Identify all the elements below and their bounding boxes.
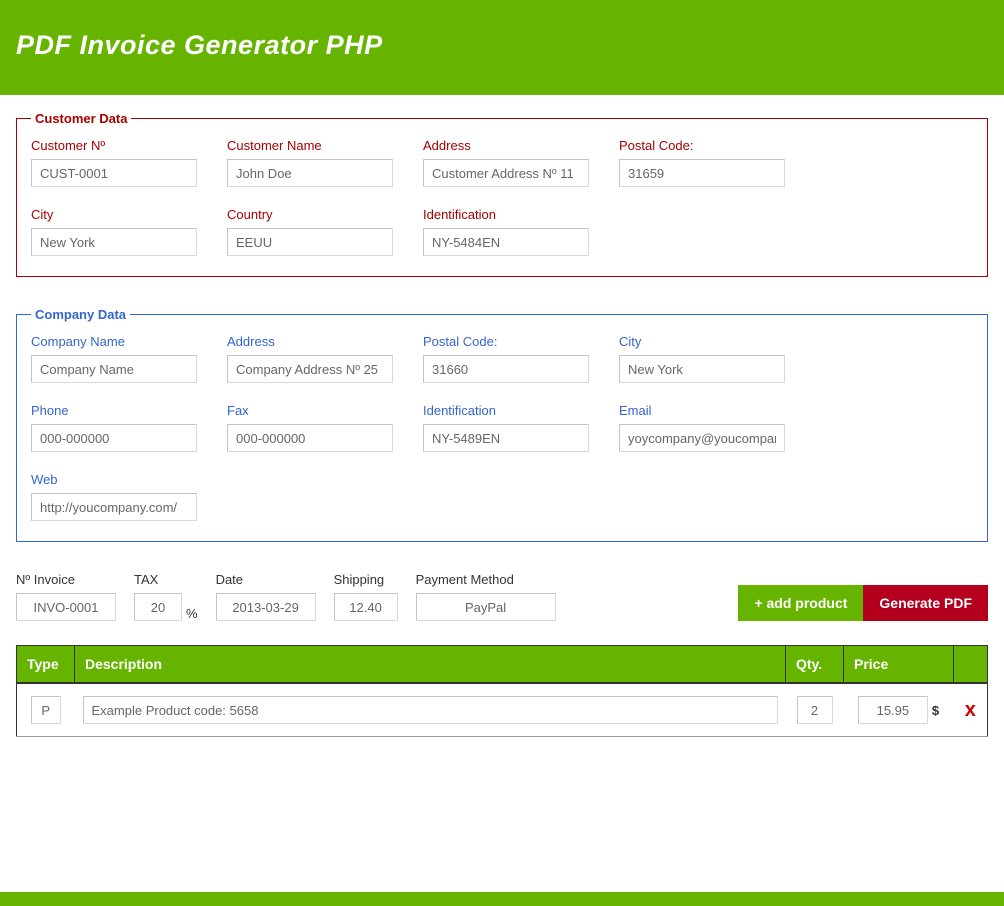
row-type-input[interactable] <box>31 696 61 724</box>
table-row: $ x <box>17 683 988 737</box>
company-email-input[interactable] <box>619 424 785 452</box>
customer-address-input[interactable] <box>423 159 589 187</box>
row-desc-input[interactable] <box>83 696 778 724</box>
company-postal-input[interactable] <box>423 355 589 383</box>
customer-ident-label: Identification <box>423 207 589 222</box>
header: PDF Invoice Generator PHP <box>0 0 1004 95</box>
company-postal-label: Postal Code: <box>423 334 589 349</box>
generate-pdf-button[interactable]: Generate PDF <box>863 585 988 621</box>
company-fieldset: Company Data Company Name Address Postal… <box>16 307 988 542</box>
shipping-label: Shipping <box>334 572 398 587</box>
company-web-label: Web <box>31 472 197 487</box>
company-city-label: City <box>619 334 785 349</box>
company-fax-input[interactable] <box>227 424 393 452</box>
customer-postal-input[interactable] <box>619 159 785 187</box>
customer-postal-label: Postal Code: <box>619 138 785 153</box>
row-qty-input[interactable] <box>797 696 833 724</box>
company-fax-label: Fax <box>227 403 393 418</box>
customer-fieldset: Customer Data Customer Nº Customer Name … <box>16 111 988 277</box>
customer-name-label: Customer Name <box>227 138 393 153</box>
company-web-input[interactable] <box>31 493 197 521</box>
page-title: PDF Invoice Generator PHP <box>16 30 988 61</box>
tax-input[interactable] <box>134 593 182 621</box>
invoice-number-input[interactable] <box>16 593 116 621</box>
footer-bar <box>0 892 1004 906</box>
customer-ident-input[interactable] <box>423 228 589 256</box>
customer-country-input[interactable] <box>227 228 393 256</box>
th-qty: Qty. <box>786 646 844 684</box>
row-price-input[interactable] <box>858 696 928 724</box>
date-label: Date <box>216 572 316 587</box>
company-legend: Company Data <box>31 307 130 322</box>
invoice-meta-row: Nº Invoice TAX % Date Shipping Payment M… <box>16 572 988 621</box>
company-email-label: Email <box>619 403 785 418</box>
add-product-button[interactable]: + add product <box>738 585 863 621</box>
currency-label: $ <box>932 703 939 718</box>
payment-input[interactable] <box>416 593 556 621</box>
payment-label: Payment Method <box>416 572 556 587</box>
company-phone-label: Phone <box>31 403 197 418</box>
company-address-label: Address <box>227 334 393 349</box>
company-ident-input[interactable] <box>423 424 589 452</box>
invoice-number-label: Nº Invoice <box>16 572 116 587</box>
company-ident-label: Identification <box>423 403 589 418</box>
customer-address-label: Address <box>423 138 589 153</box>
company-name-input[interactable] <box>31 355 197 383</box>
company-phone-input[interactable] <box>31 424 197 452</box>
customer-city-label: City <box>31 207 197 222</box>
customer-country-label: Country <box>227 207 393 222</box>
customer-number-input[interactable] <box>31 159 197 187</box>
products-table: Type Description Qty. Price $ x <box>16 645 988 737</box>
customer-legend: Customer Data <box>31 111 131 126</box>
date-input[interactable] <box>216 593 316 621</box>
customer-number-label: Customer Nº <box>31 138 197 153</box>
th-description: Description <box>75 646 786 684</box>
company-address-input[interactable] <box>227 355 393 383</box>
shipping-input[interactable] <box>334 593 398 621</box>
company-name-label: Company Name <box>31 334 197 349</box>
customer-city-input[interactable] <box>31 228 197 256</box>
th-price: Price <box>844 646 954 684</box>
th-actions <box>954 646 988 684</box>
th-type: Type <box>17 646 75 684</box>
main-content: Customer Data Customer Nº Customer Name … <box>0 95 1004 753</box>
company-city-input[interactable] <box>619 355 785 383</box>
customer-name-input[interactable] <box>227 159 393 187</box>
tax-label: TAX <box>134 572 198 587</box>
tax-suffix: % <box>186 606 198 621</box>
delete-row-icon[interactable]: x <box>962 699 980 722</box>
